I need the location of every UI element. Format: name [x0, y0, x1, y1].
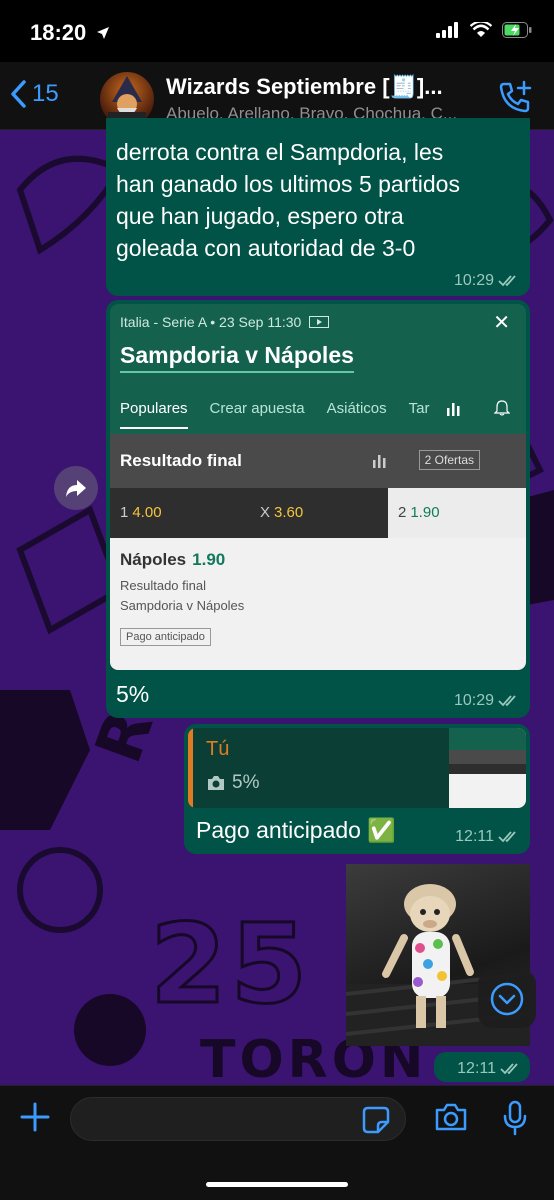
match-title: Sampdoria v Nápoles: [120, 342, 354, 373]
camera-button[interactable]: [434, 1102, 468, 1137]
double-check-icon: [500, 1063, 518, 1075]
message-3-meta: 12:11: [455, 828, 520, 846]
sticker-button[interactable]: [362, 1106, 390, 1139]
market-stats-icon: [373, 455, 386, 468]
scroll-to-bottom-button[interactable]: [478, 970, 536, 1028]
forward-arrow-icon: [66, 480, 86, 497]
quote-accent-bar: [188, 728, 193, 808]
wifi-icon: [470, 22, 492, 37]
message-line: goleada con autoridad de 3-0: [116, 235, 416, 261]
odd-away-text: 2 1.90: [398, 504, 440, 521]
status-time: 18:20: [30, 20, 110, 46]
back-button[interactable]: 15: [10, 80, 59, 108]
microphone-button[interactable]: [502, 1100, 528, 1141]
thumb-row: [449, 764, 526, 774]
message-1-meta: 10:29: [454, 272, 520, 290]
card-tabs: Populares Crear apuesta Asiáticos Tar: [120, 400, 429, 429]
odd-value: 1.90: [410, 504, 440, 521]
status-indicators: [436, 22, 532, 38]
odd-away-selected[interactable]: 2 1.90: [388, 488, 526, 538]
double-check-icon: [498, 275, 516, 287]
wallpaper-number-text: 25: [148, 899, 312, 1030]
quote-text: 5%: [206, 772, 259, 794]
tab-crear-apuesta[interactable]: Crear apuesta: [210, 400, 305, 429]
odds-row: 1 4.00 X 3.60 2 1.90: [110, 488, 526, 538]
odd-value: 3.60: [274, 504, 304, 521]
microphone-icon: [503, 1100, 527, 1136]
quoted-message[interactable]: Tú 5%: [188, 728, 526, 808]
market-row: Resultado final 2 Ofertas: [110, 434, 526, 488]
message-line: derrota contra el Sampdoria, les: [116, 139, 444, 165]
card-header: Italia - Serie A • 23 Sep 11:30 ✕ Sampdo…: [110, 304, 526, 434]
camera-small-icon: [208, 776, 224, 790]
message-bubble-1[interactable]: derrota contra el Sampdoria, les han gan…: [106, 118, 530, 296]
message-input[interactable]: [70, 1097, 406, 1141]
market-title: Resultado final: [120, 451, 242, 470]
quote-caption: 5%: [232, 772, 260, 793]
odd-home[interactable]: 1 4.00: [120, 504, 162, 521]
bet-team: Nápoles 1.90: [120, 550, 225, 570]
early-payout-badge: Pago anticipado: [120, 628, 211, 646]
double-check-icon: [498, 695, 516, 707]
message-1-text: derrota contra el Sampdoria, les han gan…: [116, 136, 460, 264]
forward-button[interactable]: [54, 466, 98, 510]
card-league: Italia - Serie A • 23 Sep 11:30: [120, 314, 330, 330]
plus-icon: [20, 1102, 50, 1132]
thumb-row: [449, 750, 526, 764]
message-line: que han jugado, espero otra: [116, 203, 404, 229]
odd-draw[interactable]: X 3.60: [260, 504, 303, 521]
tab-tarjetas[interactable]: Tar: [409, 400, 430, 429]
bet-preview-card[interactable]: Italia - Serie A • 23 Sep 11:30 ✕ Sampdo…: [110, 304, 526, 670]
quote-author: Tú: [206, 738, 230, 760]
unread-count: 15: [32, 80, 59, 107]
message-2-meta: 10:29: [454, 692, 520, 710]
status-bar: 18:20: [0, 0, 554, 62]
camera-icon: [435, 1103, 467, 1131]
bet-match: Sampdoria v Nápoles: [120, 598, 245, 613]
message-composer: [0, 1085, 554, 1200]
message-line: han ganado los ultimos 5 partidos: [116, 171, 460, 197]
bet-market: Resultado final: [120, 578, 206, 593]
video-play-icon: [309, 316, 330, 328]
status-time-text: 18:20: [30, 20, 87, 45]
message-time: 12:11: [455, 828, 494, 845]
group-title[interactable]: Wizards Septiembre [🧾]...: [166, 74, 443, 100]
odd-label: 2: [398, 504, 407, 521]
message-4-meta: 12:11: [457, 1060, 522, 1078]
quote-thumbnail: [448, 728, 526, 808]
sticker-icon: [362, 1106, 390, 1134]
odd-label: X: [260, 504, 271, 521]
message-4-time-bubble: 12:11: [434, 1052, 530, 1082]
attach-button[interactable]: [18, 1100, 52, 1139]
tab-populares[interactable]: Populares: [120, 400, 188, 429]
add-participant-button[interactable]: [498, 80, 532, 119]
stats-icon: [447, 403, 460, 416]
league-text: Italia - Serie A • 23 Sep 11:30: [120, 314, 302, 330]
bet-slip: Nápoles 1.90 Resultado final Sampdoria v …: [110, 538, 526, 670]
home-indicator: [206, 1182, 348, 1187]
cellular-signal-icon: [436, 22, 458, 38]
close-icon[interactable]: ✕: [493, 310, 510, 335]
battery-charging-icon: [502, 22, 532, 38]
phone-plus-icon: [499, 80, 532, 113]
location-arrow-icon: [97, 27, 110, 39]
message-3-text: Pago anticipado ✅: [196, 817, 396, 843]
bell-icon: [494, 400, 510, 416]
odd-label: 1: [120, 504, 129, 521]
odd-value: 4.00: [132, 504, 162, 521]
thumb-header: [449, 728, 526, 750]
message-time: 12:11: [457, 1060, 496, 1077]
message-time: 10:29: [453, 692, 494, 709]
message-time: 10:29: [453, 272, 494, 289]
bet-team-odd: 1.90: [192, 550, 226, 569]
offers-badge: 2 Ofertas: [418, 450, 480, 470]
tab-asiaticos[interactable]: Asiáticos: [327, 400, 387, 429]
chevron-down-circle-icon: [490, 982, 524, 1016]
bet-team-name: Nápoles: [120, 550, 187, 569]
chevron-left-icon: [11, 80, 26, 108]
message-2-text: 5%: [116, 681, 150, 707]
double-check-icon: [498, 831, 516, 843]
